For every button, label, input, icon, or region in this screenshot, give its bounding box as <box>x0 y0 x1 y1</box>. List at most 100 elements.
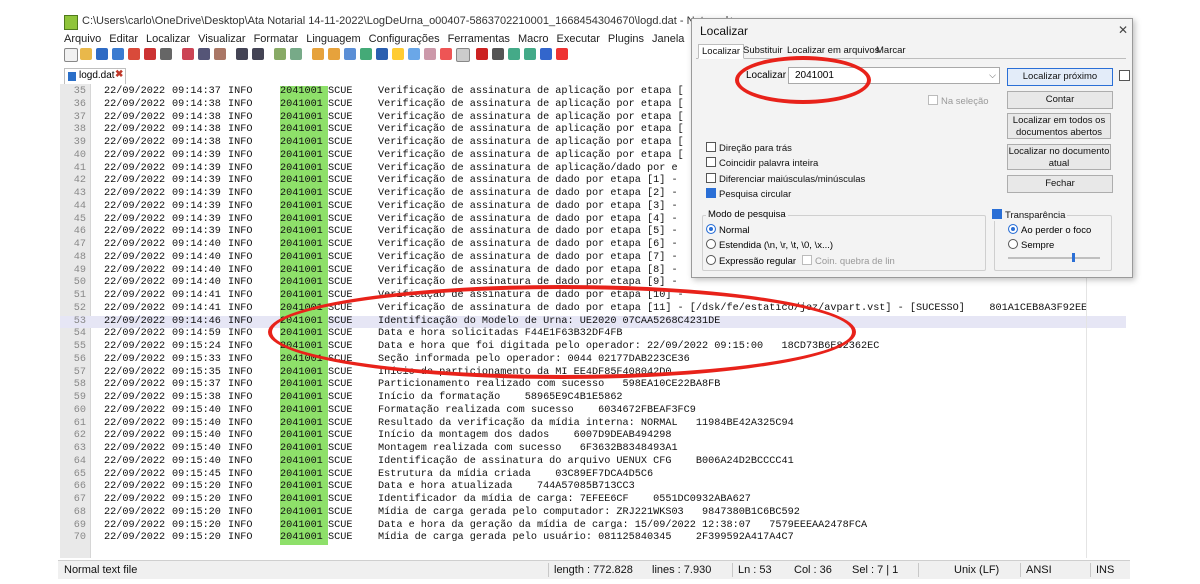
find-in-current-doc-button[interactable]: Localizar no documento atual <box>1007 144 1111 170</box>
replace-icon[interactable] <box>290 48 302 60</box>
backward-checkbox[interactable]: Direção para trás <box>706 142 792 154</box>
log-line[interactable]: 65 22/09/2022 09:15:45 INFO 2041001 SCUE Estru… <box>60 468 1126 482</box>
find-next-button[interactable]: Localizar próximo <box>1007 68 1113 86</box>
redo-icon[interactable] <box>252 48 264 60</box>
log-line[interactable]: 63 22/09/2022 09:15:40 INFO 2041001 SCUE Monta… <box>60 443 1126 456</box>
wrap-around-checkbox[interactable]: Pesquisa circular <box>706 188 791 200</box>
log-module: SCUE <box>328 392 353 403</box>
close-dialog-button[interactable]: Fechar <box>1007 175 1113 193</box>
line-number: 54 <box>73 328 86 340</box>
menu-localizar[interactable]: Localizar <box>142 31 194 47</box>
doc-map-icon[interactable] <box>424 48 436 60</box>
save-icon[interactable] <box>96 48 108 60</box>
log-line[interactable]: 66 22/09/2022 09:15:20 INFO 2041001 SCUE Data … <box>60 481 1126 494</box>
transparency-checkbox[interactable]: Transparência <box>990 209 1068 221</box>
whole-word-checkbox[interactable]: Coincidir palavra inteira <box>706 157 818 169</box>
close-all-icon[interactable] <box>144 48 156 60</box>
log-time: 09:14:41 <box>172 302 221 314</box>
log-line[interactable]: 61 22/09/2022 09:15:40 INFO 2041001 SCUE Resul… <box>60 417 1126 431</box>
line-number: 45 <box>73 213 86 225</box>
sync-scroll-icon[interactable] <box>344 48 356 60</box>
log-line[interactable]: 69 22/09/2022 09:15:20 INFO 2041001 SCUE Data … <box>60 519 1126 533</box>
dialog-option-checkbox[interactable] <box>1119 70 1130 81</box>
run-macro-multiple-icon[interactable] <box>524 48 536 60</box>
open-file-icon[interactable] <box>80 48 92 60</box>
log-line[interactable]: 70 22/09/2022 09:15:20 INFO 2041001 SCUE Mídia… <box>60 532 1126 545</box>
log-level: INFO <box>228 86 253 97</box>
status-bar: Normal text file length : 772.828 lines … <box>58 560 1130 579</box>
log-line[interactable]: 59 22/09/2022 09:15:38 INFO 2041001 SCUE Iníci… <box>60 392 1126 405</box>
close-icon[interactable]: ✕ <box>1118 23 1128 37</box>
print-icon[interactable] <box>160 48 172 60</box>
line-number: 41 <box>73 162 86 174</box>
new-file-icon[interactable] <box>64 48 78 62</box>
tab-logd-dat[interactable]: logd.dat ✖ <box>64 68 126 84</box>
mode-regex-radio[interactable]: Expressão regular <box>706 255 796 267</box>
undo-icon[interactable] <box>236 48 248 60</box>
match-case-checkbox[interactable]: Diferenciar maiúsculas/minúsculas <box>706 173 865 185</box>
play-macro-icon[interactable] <box>508 48 520 60</box>
monitor-icon[interactable] <box>456 48 470 62</box>
menu-configuracoes[interactable]: Configurações <box>365 31 444 47</box>
find-all-open-docs-button[interactable]: Localizar em todos os documentos abertos <box>1007 113 1111 139</box>
close-file-icon[interactable] <box>128 48 140 60</box>
slider-thumb[interactable] <box>1072 253 1075 262</box>
log-line[interactable]: 58 22/09/2022 09:15:37 INFO 2041001 SCUE Parti… <box>60 379 1126 392</box>
dot-newline-checkbox[interactable]: Coin. quebra de lin <box>802 255 895 267</box>
copy-icon[interactable] <box>198 48 210 60</box>
chevron-down-icon[interactable]: ⌵ <box>989 68 996 83</box>
log-line[interactable]: 62 22/09/2022 09:15:40 INFO 2041001 SCUE Iníci… <box>60 430 1126 443</box>
mode-normal-radio[interactable]: Normal <box>706 224 750 236</box>
log-level: INFO <box>228 468 253 480</box>
stop-macro-icon[interactable] <box>492 48 504 60</box>
log-time: 09:14:38 <box>172 124 221 136</box>
menu-macro[interactable]: Macro <box>514 31 553 47</box>
menu-executar[interactable]: Executar <box>553 31 604 47</box>
log-module: SCUE <box>328 149 353 161</box>
wrap-icon[interactable] <box>360 48 372 60</box>
log-date: 22/09/2022 <box>104 213 166 225</box>
save-macro-icon[interactable] <box>540 48 552 60</box>
log-code: 2041001 <box>280 200 328 214</box>
zoom-in-icon[interactable] <box>312 48 324 60</box>
menu-visualizar[interactable]: Visualizar <box>194 31 250 47</box>
tab-close-icon[interactable]: ✖ <box>115 69 123 80</box>
record-macro-icon[interactable] <box>476 48 488 60</box>
log-code: 2041001 <box>280 239 328 252</box>
in-selection-checkbox[interactable]: Na seleção <box>928 95 989 107</box>
tab-marcar[interactable]: Marcar <box>873 44 909 57</box>
menu-arquivo[interactable]: Arquivo <box>60 31 105 47</box>
find-icon[interactable] <box>274 48 286 60</box>
save-all-icon[interactable] <box>112 48 124 60</box>
log-line[interactable]: 68 22/09/2022 09:15:20 INFO 2041001 SCUE Mídia… <box>60 506 1126 520</box>
folder-workspace-icon[interactable] <box>440 48 452 60</box>
log-line[interactable]: 60 22/09/2022 09:15:40 INFO 2041001 SCUE Forma… <box>60 404 1126 418</box>
always-radio[interactable]: Sempre <box>1008 239 1054 251</box>
menu-linguagem[interactable]: Linguagem <box>302 31 364 47</box>
indent-guide-icon[interactable] <box>392 48 404 60</box>
log-message: Verificação de assinatura de dado por et… <box>378 188 678 199</box>
menu-editar[interactable]: Editar <box>105 31 142 47</box>
count-button[interactable]: Contar <box>1007 91 1113 109</box>
on-lose-focus-radio[interactable]: Ao perder o foco <box>1008 224 1091 236</box>
menu-plugins[interactable]: Plugins <box>604 31 648 47</box>
abc-spell-icon[interactable] <box>556 48 568 60</box>
menu-janela[interactable]: Janela <box>648 31 688 47</box>
tab-substituir[interactable]: Substituir <box>740 44 786 57</box>
mode-extended-radio[interactable]: Estendida (\n, \r, \t, \0, \x...) <box>706 239 833 251</box>
menu-formatar[interactable]: Formatar <box>250 31 303 47</box>
line-number: 68 <box>73 506 86 518</box>
show-all-chars-icon[interactable] <box>376 48 388 60</box>
log-module: SCUE <box>328 417 353 429</box>
log-level: INFO <box>228 379 253 391</box>
transparency-slider[interactable] <box>1008 253 1100 262</box>
paste-icon[interactable] <box>214 48 226 60</box>
menu-ferramentas[interactable]: Ferramentas <box>444 31 514 47</box>
tab-localizar[interactable]: Localizar <box>698 44 745 59</box>
zoom-out-icon[interactable] <box>328 48 340 60</box>
cut-icon[interactable] <box>182 48 194 60</box>
log-module: SCUE <box>328 366 353 378</box>
log-line[interactable]: 64 22/09/2022 09:15:40 INFO 2041001 SCUE Ident… <box>60 455 1126 469</box>
log-line[interactable]: 67 22/09/2022 09:15:20 INFO 2041001 SCUE Ident… <box>60 494 1126 507</box>
language-icon[interactable] <box>408 48 420 60</box>
